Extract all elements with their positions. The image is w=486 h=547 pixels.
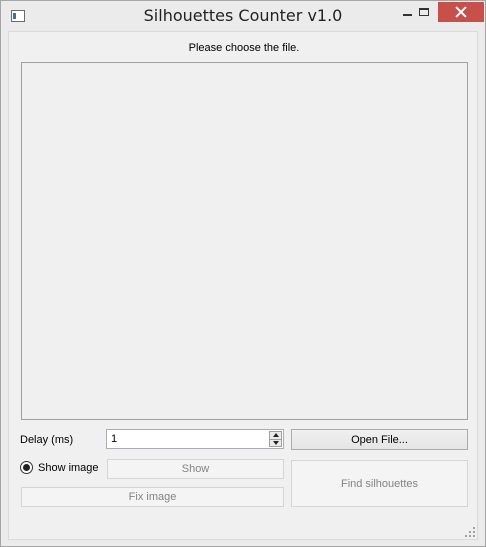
maximize-icon — [419, 8, 429, 16]
close-icon — [455, 6, 467, 18]
resize-grip-icon[interactable] — [465, 527, 475, 537]
close-button[interactable] — [438, 2, 484, 22]
show-image-radio[interactable]: Show image — [20, 461, 99, 474]
status-label: Please choose the file. — [188, 42, 300, 54]
delay-spinbox[interactable]: 1 — [106, 429, 284, 449]
arrow-up-icon — [272, 433, 279, 438]
delay-increment-button[interactable] — [269, 431, 282, 440]
app-window: Silhouettes Counter v1.0 Please choose t… — [0, 0, 486, 547]
radio-indicator[interactable] — [20, 461, 33, 474]
find-silhouettes-button[interactable]: Find silhouettes — [291, 460, 468, 507]
open-file-button[interactable]: Open File... — [291, 429, 468, 450]
show-image-label[interactable]: Show image — [38, 462, 99, 474]
spin-buttons — [269, 431, 282, 447]
image-display-area — [21, 62, 468, 420]
client-area: Please choose the file. Delay (ms) 1 Ope… — [8, 31, 478, 540]
arrow-down-icon — [272, 440, 279, 445]
delay-label: Delay (ms) — [20, 434, 74, 446]
fix-image-button[interactable]: Fix image — [21, 487, 284, 507]
title-bar[interactable]: Silhouettes Counter v1.0 — [1, 1, 485, 31]
radio-checked-dot — [23, 464, 30, 471]
maximize-button[interactable] — [411, 2, 437, 22]
delay-value[interactable]: 1 — [111, 433, 117, 445]
show-button[interactable]: Show — [107, 459, 284, 479]
delay-decrement-button[interactable] — [269, 439, 282, 447]
